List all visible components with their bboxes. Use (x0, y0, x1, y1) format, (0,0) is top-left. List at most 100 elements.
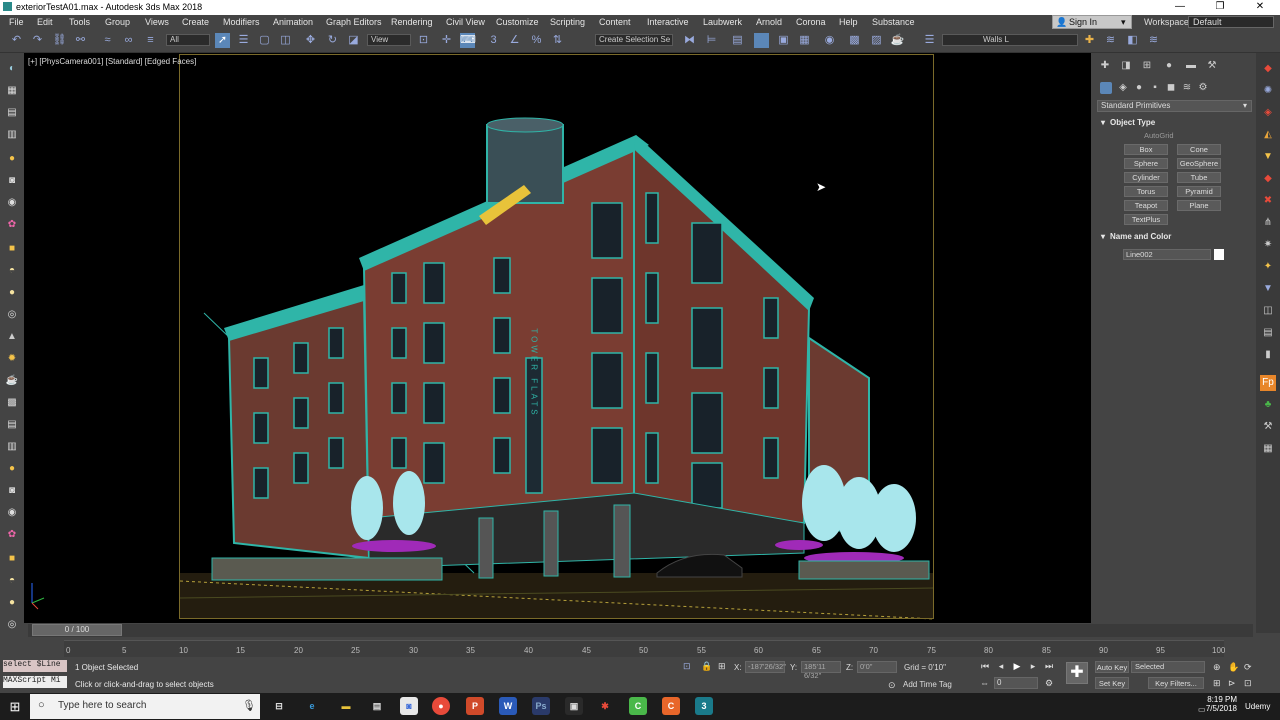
camera-icon[interactable]: ◙ (4, 173, 20, 189)
store-icon[interactable]: ▤ (368, 697, 386, 715)
display-tab-icon[interactable]: ▬ (1184, 59, 1198, 73)
menu-interactive[interactable]: Interactive (647, 17, 689, 27)
toggle-layer-explorer-icon[interactable] (754, 33, 769, 48)
window-crossing-icon[interactable]: ◫ (278, 33, 293, 48)
scatter-icon[interactable]: ⋔ (1260, 215, 1276, 231)
particles-icon-2[interactable]: ✿ (4, 527, 20, 543)
next-frame-icon[interactable]: ▸ (1026, 660, 1040, 672)
sparkle-icon[interactable]: ✷ (1260, 237, 1276, 253)
helpers-category-icon[interactable]: ◼ (1164, 81, 1178, 95)
menu-tools[interactable]: Tools (69, 17, 90, 27)
time-tag-icon[interactable]: ⊙ (888, 680, 896, 691)
corona-icon[interactable]: ◭ (1260, 127, 1276, 143)
selection-filter-dropdown[interactable]: All (166, 34, 210, 46)
rect-selection-icon[interactable]: ▢ (257, 33, 272, 48)
go-to-start-icon[interactable]: ⏮ (978, 660, 992, 672)
motion-tab-icon[interactable]: ● (1162, 59, 1176, 73)
close-button[interactable]: ✕ (1240, 0, 1280, 15)
photoshop-icon[interactable]: Ps (532, 697, 550, 715)
minimize-button[interactable]: — (1160, 0, 1200, 15)
percent-snap-icon[interactable]: % (529, 33, 544, 48)
time-slider-thumb[interactable]: 0 / 100 (32, 624, 122, 636)
render-setup-icon[interactable]: ▩ (847, 33, 862, 48)
cube-icon[interactable]: ◈ (1260, 105, 1276, 121)
forest-pack-icon[interactable]: Fp (1260, 375, 1276, 391)
torus-button[interactable]: Torus (1124, 186, 1168, 197)
chrome-icon[interactable]: ● (432, 697, 450, 715)
create-new-layer-icon[interactable]: ✚ (1082, 33, 1097, 48)
layer-manager-icon[interactable]: ☰ (922, 33, 937, 48)
app-icon-10[interactable]: ✱ (596, 697, 614, 715)
tube-button[interactable]: Tube (1177, 172, 1221, 183)
pivot-center-icon[interactable]: ⊡ (416, 33, 431, 48)
app-icon-11[interactable]: C (629, 697, 647, 715)
menu-help[interactable]: Help (839, 17, 858, 27)
menu-arnold[interactable]: Arnold (756, 17, 782, 27)
snaps-toggle-icon[interactable]: 3 (486, 33, 501, 48)
select-in-layer-icon[interactable]: ◧ (1125, 33, 1140, 48)
sun-sky-icon[interactable]: ▼ (1260, 149, 1276, 165)
material-editor-icon[interactable]: ◉ (822, 33, 837, 48)
spinner-snap-icon[interactable]: ⇅ (550, 33, 565, 48)
maxscript-mini-listener[interactable]: MAXScript Mi (3, 676, 67, 688)
particles-icon[interactable]: ✿ (4, 217, 20, 233)
helper-icon-2[interactable]: ◉ (4, 505, 20, 521)
plant-icon[interactable]: ♣ (1260, 397, 1276, 413)
selection-lock-icon[interactable]: 🔒 (701, 661, 712, 672)
x-coordinate-field[interactable]: -187'26/32" (745, 661, 786, 673)
bucket-icon[interactable]: ▼ (1260, 281, 1276, 297)
sphere-icon-2[interactable]: ● (4, 595, 20, 611)
set-keys-button[interactable]: ✚ (1066, 662, 1088, 684)
undo-icon[interactable]: ↶ (9, 33, 24, 48)
material-icon[interactable]: ▩ (4, 395, 20, 411)
mirror-icon[interactable]: ⧓ (682, 33, 697, 48)
y-coordinate-field[interactable]: 185'11 6/32" (801, 661, 841, 680)
file-explorer-icon[interactable]: ▬ (337, 697, 355, 715)
substance-icon[interactable]: ◆ (1260, 61, 1276, 77)
systems-category-icon[interactable]: ⚙ (1196, 81, 1210, 95)
menu-scripting[interactable]: Scripting (550, 17, 585, 27)
spacewarps-category-icon[interactable]: ≋ (1180, 81, 1194, 95)
link-icon[interactable]: ∞ (121, 33, 136, 48)
auto-key-button[interactable]: Auto Key (1095, 661, 1129, 673)
rotate-icon[interactable]: ↻ (325, 33, 340, 48)
layer-dropdown[interactable]: Walls L (942, 34, 1078, 46)
geosphere-button[interactable]: GeoSphere (1177, 158, 1221, 169)
set-key-button[interactable]: Set Key (1095, 677, 1129, 689)
move-icon[interactable]: ✥ (303, 33, 318, 48)
pan-icon[interactable]: ✋ (1228, 662, 1239, 673)
app-icon-9[interactable]: ▣ (565, 697, 583, 715)
rendered-frame-window-icon[interactable]: ▨ (869, 33, 884, 48)
helper-icon[interactable]: ◉ (4, 195, 20, 211)
time-configuration-icon[interactable]: ⚙ (1045, 678, 1053, 689)
add-time-tag[interactable]: Add Time Tag (903, 680, 952, 689)
menu-customize[interactable]: Customize (496, 17, 539, 27)
cylinder-button[interactable]: Cylinder (1124, 172, 1168, 183)
textplus-button[interactable]: TextPlus (1124, 214, 1168, 225)
proxy-icon[interactable]: ◫ (1260, 303, 1276, 319)
scene-icon[interactable]: ▦ (4, 83, 20, 99)
key-filters-button[interactable]: Key Filters... (1148, 677, 1204, 689)
teapot-button[interactable]: Teapot (1124, 200, 1168, 211)
current-frame-field[interactable]: 0 (994, 677, 1038, 689)
grid-icon-2[interactable]: ▥ (4, 439, 20, 455)
maximize-viewport-icon[interactable]: ⊡ (1244, 678, 1252, 689)
maximize-button[interactable]: ❐ (1200, 0, 1240, 15)
tools-icon[interactable]: ⚒ (1260, 419, 1276, 435)
redo-icon[interactable]: ↷ (30, 33, 45, 48)
unlink-icon[interactable]: ⚯ (73, 33, 88, 48)
add-to-layer-icon[interactable]: ≋ (1103, 33, 1118, 48)
box-icon-2[interactable]: ■ (4, 551, 20, 567)
outlook-icon[interactable]: ◙ (400, 697, 418, 715)
box-icon[interactable]: ■ (4, 241, 20, 257)
menu-views[interactable]: Views (145, 17, 169, 27)
utilities-tab-icon[interactable]: ⚒ (1205, 59, 1219, 73)
network-icon[interactable]: ✺ (1260, 83, 1276, 99)
z-coordinate-field[interactable]: 0'0" (857, 661, 897, 673)
hierarchy-tab-icon[interactable]: ⊞ (1140, 59, 1154, 73)
cameras-category-icon[interactable]: ▪ (1148, 81, 1162, 95)
modifier-list-icon[interactable]: ▤ (4, 417, 20, 433)
select-object-icon[interactable]: ➚ (215, 33, 230, 48)
render-production-icon[interactable]: ☕ (890, 33, 905, 48)
teapot-icon[interactable]: ☕ (4, 373, 20, 389)
